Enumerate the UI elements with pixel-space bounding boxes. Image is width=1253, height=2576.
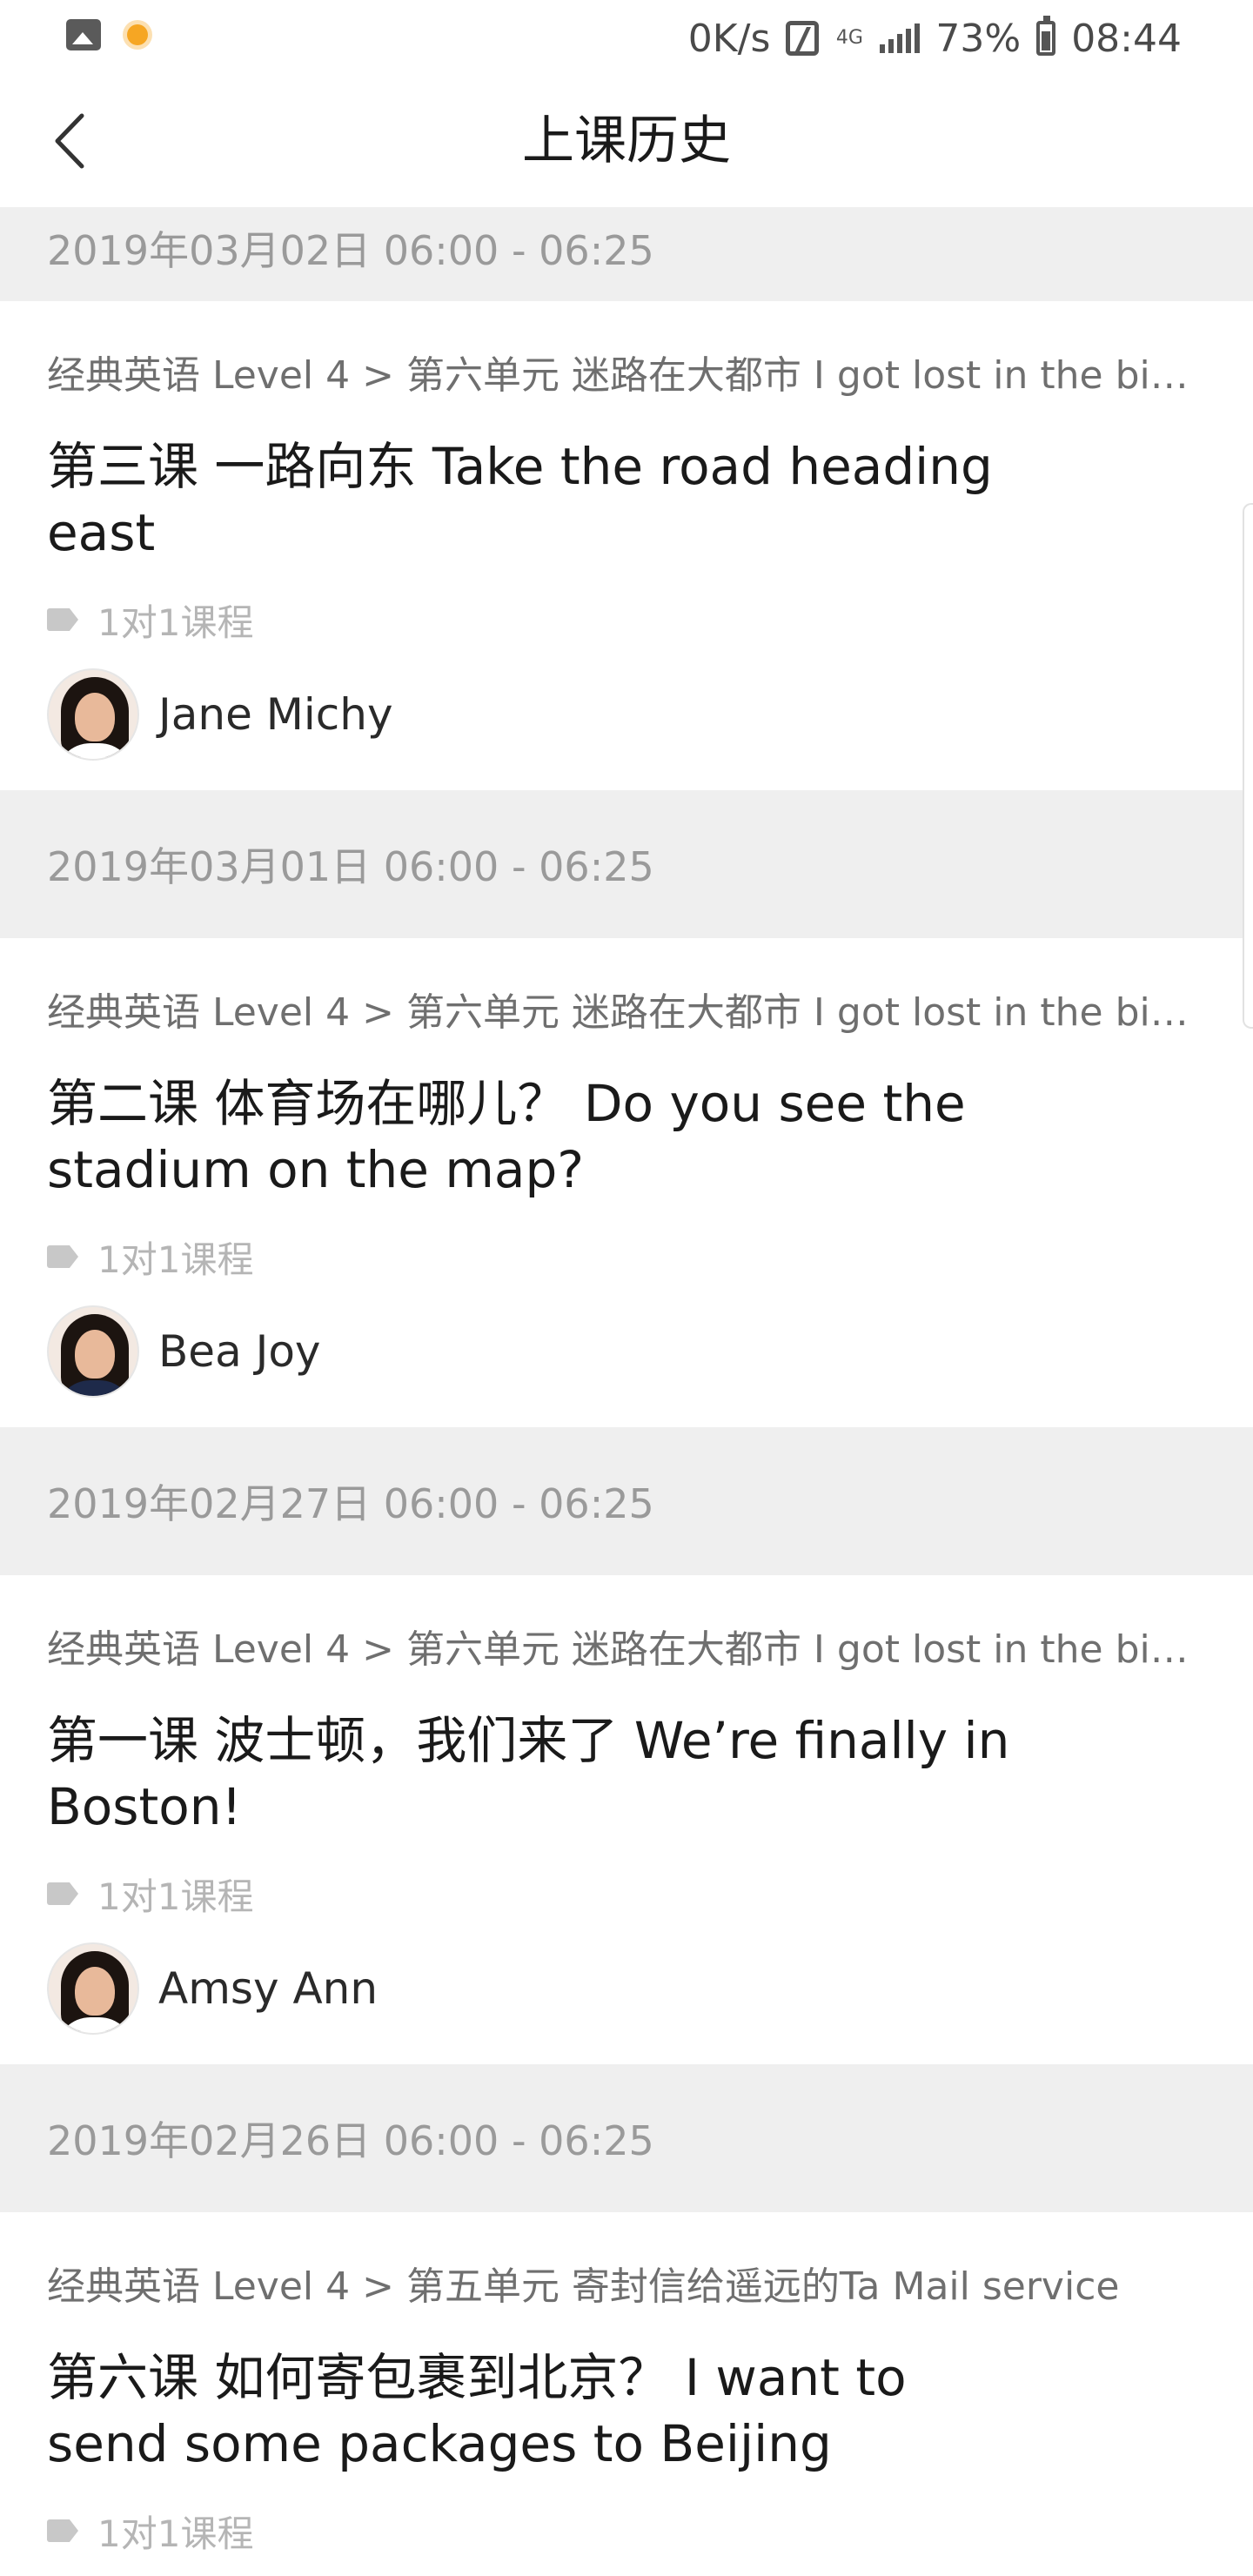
lesson-title: 第三课 一路向东 Take the road heading east <box>47 437 993 562</box>
teacher-name: Amsy Ann <box>158 1963 379 2014</box>
course-path: 经典英语 Level 4 > 第五单元 寄封信给遥远的Ta Mail servi… <box>47 2264 1120 2309</box>
tag-icon <box>47 608 78 631</box>
weather-sun-icon <box>127 24 148 45</box>
scrollbar[interactable] <box>1243 503 1253 1029</box>
course-path: 经典英语 Level 4 > 第六单元 迷路在大都市 I got lost in… <box>47 353 1189 398</box>
session-card[interactable]: 经典英语 Level 4 > 第五单元 寄封信给遥远的Ta Mail servi… <box>0 2212 1253 2555</box>
status-right: 0K/s 4G 73% 08:44 <box>688 12 1182 64</box>
lesson-title: 第二课 体育场在哪儿？ Do you see the stadium on th… <box>47 1074 966 1199</box>
teacher-avatar <box>47 668 139 761</box>
session-card[interactable]: 经典英语 Level 4 > 第六单元 迷路在大都市 I got lost in… <box>0 1575 1253 2064</box>
session-date-header: 2019年03月01日 06:00 - 06:25 <box>0 790 1253 938</box>
teacher-row: Amsy Ann <box>47 1942 1206 2064</box>
network-type-icon: 4G <box>835 27 863 49</box>
page-title: 上课历史 <box>522 111 731 171</box>
tag-icon <box>47 1245 78 1268</box>
battery-icon <box>1036 16 1056 56</box>
course-type-label: 1对1课程 <box>97 1875 254 1918</box>
teacher-row: Bea Joy <box>47 1305 1206 1427</box>
network-speed: 0K/s <box>687 16 771 61</box>
course-type-label: 1对1课程 <box>97 600 254 644</box>
lesson-title: 第六课 如何寄包裹到北京？ I want to send some packag… <box>47 2348 907 2473</box>
course-type-row: 1对1课程 <box>47 1869 1206 1918</box>
session-date-header: 2019年02月26日 06:00 - 06:25 <box>0 2064 1253 2212</box>
lesson-title: 第一课 波士顿，我们来了 We’re finally in Boston! <box>47 1711 1010 1836</box>
status-bar: 0K/s 4G 73% 08:44 <box>0 0 1253 77</box>
teacher-row: Jane Michy <box>47 668 1206 790</box>
course-type-label: 1对1课程 <box>97 1238 254 1281</box>
signal-icon <box>880 23 921 53</box>
tag-icon <box>47 1882 78 1905</box>
course-type-row: 1对1课程 <box>47 2506 1206 2555</box>
session-card[interactable]: 经典英语 Level 4 > 第六单元 迷路在大都市 I got lost in… <box>0 301 1253 790</box>
clock: 08:44 <box>1071 16 1182 61</box>
class-history-list: 2019年03月02日 06:00 - 06:25 经典英语 Level 4 >… <box>0 207 1253 2555</box>
battery-percent: 73% <box>935 16 1022 61</box>
tag-icon <box>47 2519 78 2542</box>
course-type-row: 1对1课程 <box>47 1232 1206 1281</box>
teacher-avatar <box>47 1942 139 2035</box>
course-type-row: 1对1课程 <box>47 595 1206 644</box>
nfc-icon <box>786 21 820 56</box>
session-date-header: 2019年03月02日 06:00 - 06:25 <box>0 207 1253 301</box>
teacher-name: Bea Joy <box>158 1326 321 1377</box>
gallery-icon <box>66 19 101 50</box>
session-card[interactable]: 经典英语 Level 4 > 第六单元 迷路在大都市 I got lost in… <box>0 938 1253 1427</box>
app-header: 上课历史 <box>0 77 1253 207</box>
teacher-avatar <box>47 1305 139 1398</box>
course-path: 经典英语 Level 4 > 第六单元 迷路在大都市 I got lost in… <box>47 1627 1189 1672</box>
course-path: 经典英语 Level 4 > 第六单元 迷路在大都市 I got lost in… <box>47 990 1189 1035</box>
session-date-header: 2019年02月27日 06:00 - 06:25 <box>0 1427 1253 1575</box>
status-left <box>66 19 148 50</box>
course-type-label: 1对1课程 <box>97 2512 254 2555</box>
teacher-name: Jane Michy <box>158 689 393 740</box>
